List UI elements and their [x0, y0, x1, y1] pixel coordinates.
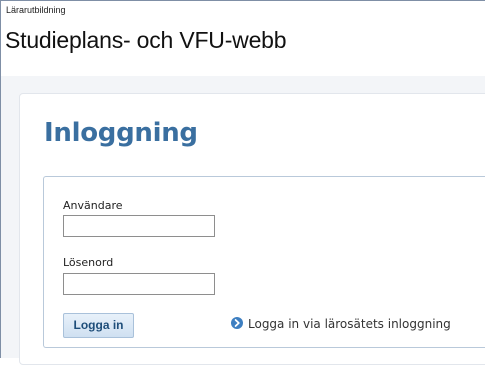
alt-login-link[interactable]: Logga in via lärosätets inloggning: [231, 317, 451, 331]
username-field[interactable]: [63, 215, 215, 237]
password-label: Lösenord: [63, 256, 114, 269]
chevron-right-circle-icon: [231, 317, 243, 329]
page-title: Inloggning: [44, 118, 198, 148]
login-button[interactable]: Logga in: [63, 313, 134, 338]
app-header: Lärarutbildning Studieplans- och VFU-web…: [1, 1, 485, 76]
password-field[interactable]: [63, 273, 215, 295]
alt-login-label: Logga in via lärosätets inloggning: [248, 317, 451, 331]
username-label: Användare: [63, 199, 123, 212]
app-subtitle: Lärarutbildning: [6, 5, 66, 15]
app-title: Studieplans- och VFU-webb: [5, 27, 287, 53]
